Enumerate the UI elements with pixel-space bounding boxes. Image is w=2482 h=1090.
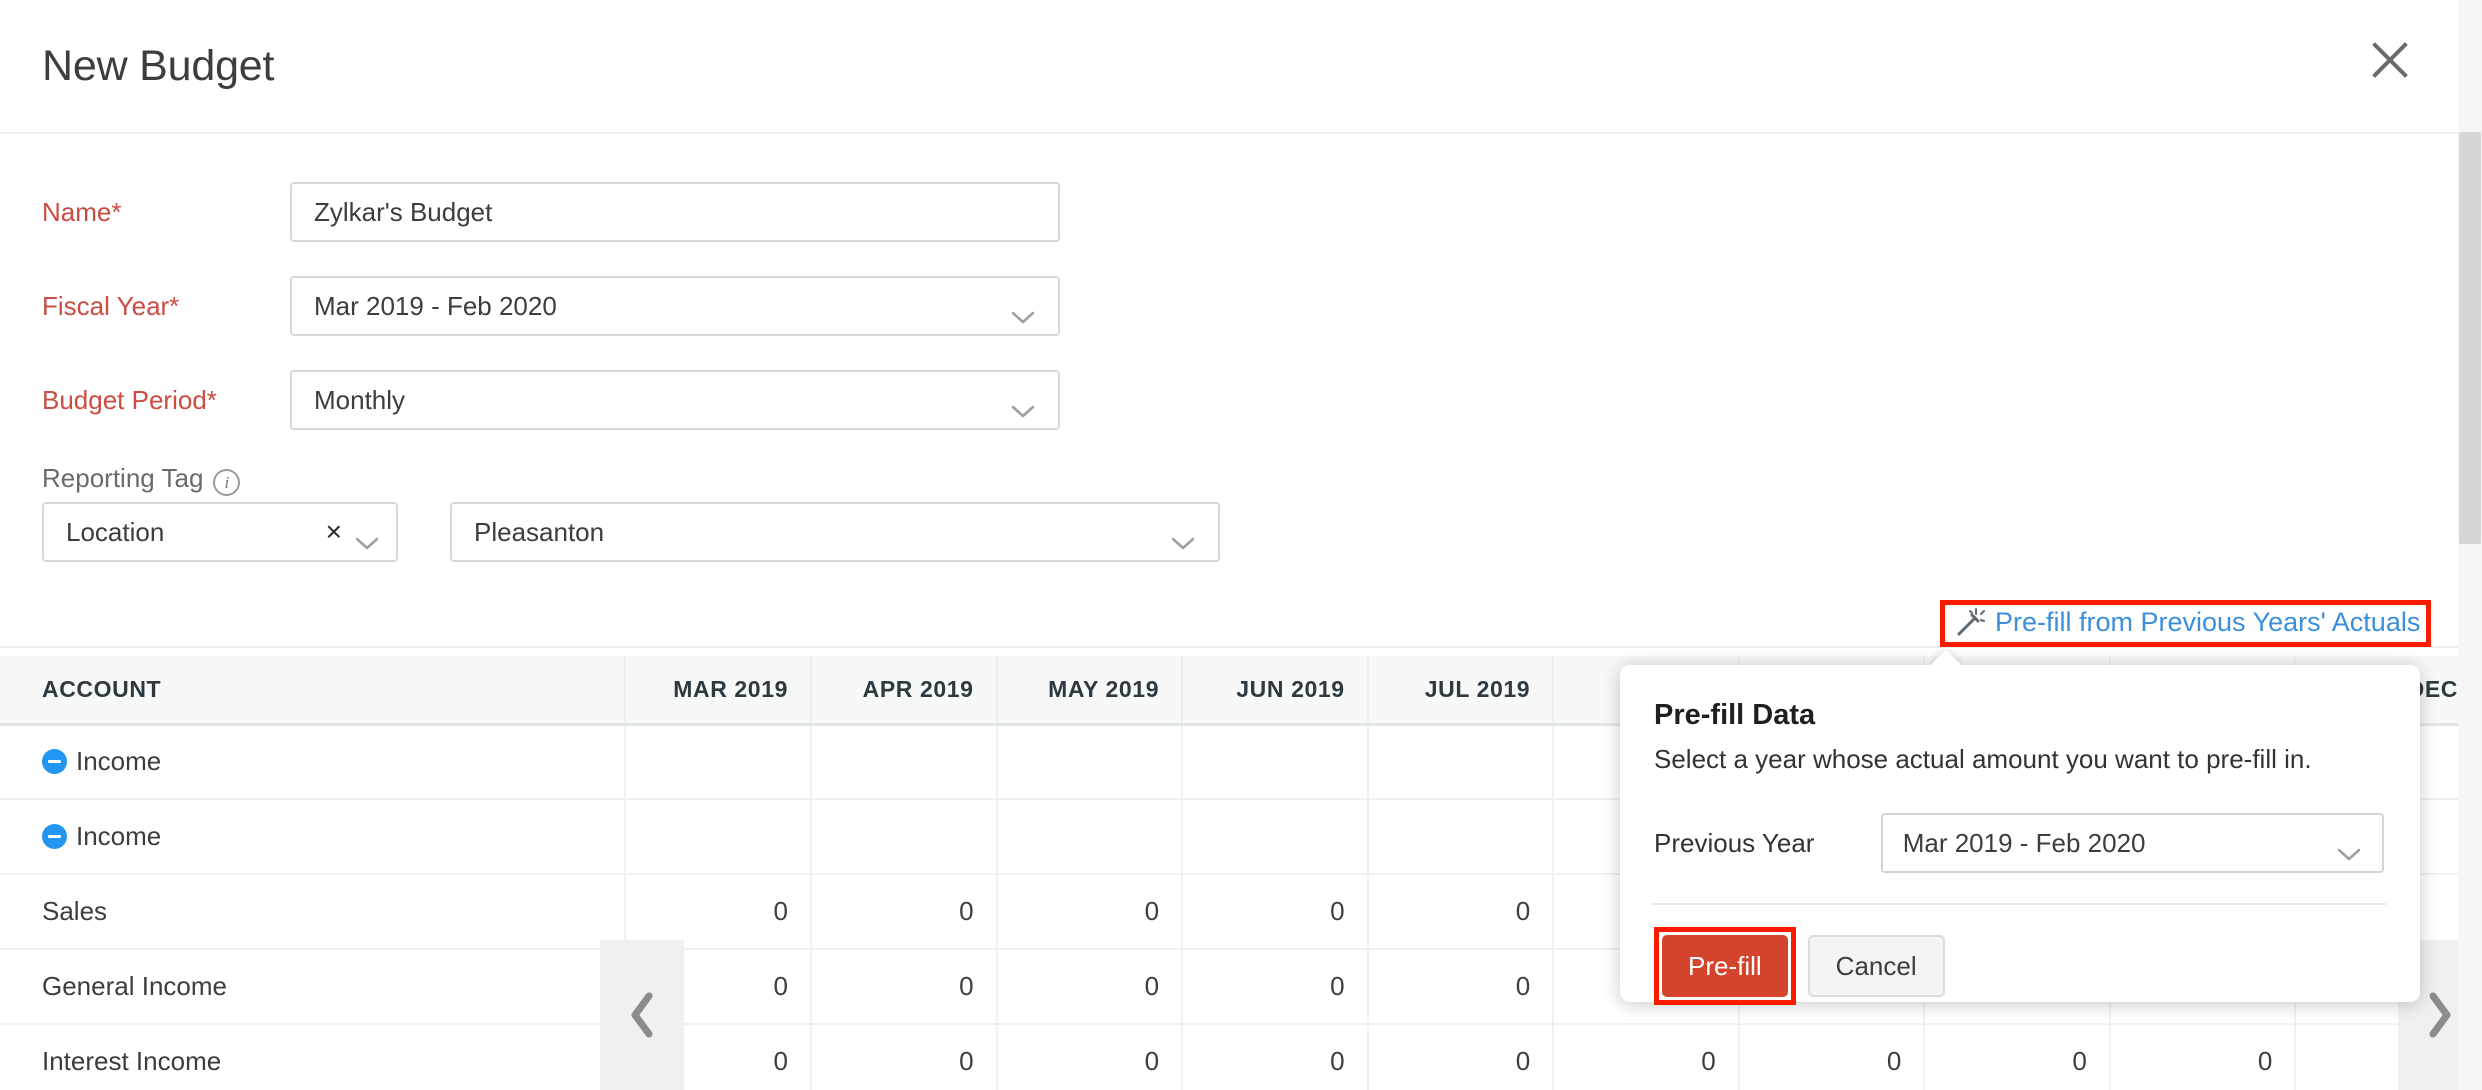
account-cell: Income (0, 799, 625, 874)
amount-cell[interactable] (811, 724, 997, 799)
collapse-icon[interactable] (42, 749, 67, 774)
popup-actions: Pre-fill Cancel (1654, 927, 2384, 1005)
chevron-left-icon (627, 992, 657, 1038)
column-header-month: JUL 2019 (1368, 656, 1554, 724)
amount-cell[interactable]: 0 (811, 874, 997, 949)
amount-cell[interactable]: 0 (1368, 1024, 1554, 1090)
form-row-budget-period: Budget Period* Monthly (0, 370, 2458, 430)
amount-cell[interactable]: 0 (1182, 949, 1368, 1024)
reporting-tag-value-select[interactable]: Pleasanton (450, 502, 1220, 562)
budget-period-select[interactable]: Monthly (290, 370, 1060, 430)
form-row-reporting-tag-caption: Reporting Tag i (0, 458, 2458, 498)
amount-cell[interactable]: 0 (997, 1024, 1183, 1090)
account-name: Income (76, 821, 161, 851)
chevron-down-icon (2338, 837, 2360, 850)
amount-cell[interactable]: 0 (1182, 874, 1368, 949)
clear-icon[interactable]: × (326, 518, 342, 546)
chevron-right-icon (2425, 992, 2455, 1038)
prefill-button-highlight: Pre-fill (1654, 927, 1796, 1005)
amount-cell[interactable] (625, 724, 811, 799)
form-row-reporting-tag: Location × Pleasanton (0, 502, 2458, 562)
page-title: New Budget (42, 42, 274, 91)
popup-title: Pre-fill Data (1654, 699, 2384, 732)
prefill-link-label: Pre-fill from Previous Years' Actuals (1995, 607, 2420, 638)
prefill-data-popup: Pre-fill Data Select a year whose actual… (1620, 665, 2420, 1002)
magic-wand-icon (1955, 608, 1985, 638)
fiscal-year-value: Mar 2019 - Feb 2020 (314, 291, 557, 322)
popup-description: Select a year whose actual amount you wa… (1654, 744, 2384, 775)
amount-cell[interactable]: 0 (625, 874, 811, 949)
popup-pointer (1930, 649, 1962, 666)
chevron-down-icon (1012, 300, 1034, 313)
account-cell: General Income (0, 949, 625, 1024)
close-icon[interactable] (2364, 34, 2416, 86)
budget-period-value: Monthly (314, 385, 405, 416)
amount-cell[interactable] (1368, 799, 1554, 874)
prefill-from-previous-years-link[interactable]: Pre-fill from Previous Years' Actuals (1940, 600, 2431, 647)
info-icon[interactable]: i (213, 469, 240, 496)
fiscal-year-label: Fiscal Year* (0, 291, 290, 322)
amount-cell[interactable]: 0 (997, 874, 1183, 949)
reporting-tag-type-select[interactable]: Location × (42, 502, 398, 562)
column-header-month: MAY 2019 (997, 656, 1183, 724)
amount-cell[interactable]: 0 (1368, 949, 1554, 1024)
table-row: Interest Income 0 0 0 0 0 0 0 0 0 (0, 1024, 2481, 1090)
amount-cell[interactable] (1182, 799, 1368, 874)
form-row-name: Name* Zylkar's Budget (0, 182, 2458, 242)
previous-year-field: Previous Year Mar 2019 - Feb 2020 (1654, 813, 2384, 873)
column-header-account: ACCOUNT (0, 656, 625, 724)
budget-form: Name* Zylkar's Budget Fiscal Year* Mar 2… (0, 136, 2458, 648)
name-label: Name* (0, 197, 290, 228)
column-header-month: APR 2019 (811, 656, 997, 724)
vertical-scrollbar-thumb[interactable] (2459, 132, 2481, 544)
form-row-fiscal-year: Fiscal Year* Mar 2019 - Feb 2020 (0, 276, 2458, 336)
collapse-icon[interactable] (42, 824, 67, 849)
modal-header: New Budget (0, 0, 2458, 134)
previous-year-select[interactable]: Mar 2019 - Feb 2020 (1881, 813, 2384, 873)
amount-cell[interactable]: 0 (1739, 1024, 1925, 1090)
amount-cell[interactable] (1182, 724, 1368, 799)
amount-cell[interactable]: 0 (997, 949, 1183, 1024)
amount-cell[interactable] (997, 724, 1183, 799)
reporting-tag-value: Pleasanton (474, 517, 604, 548)
amount-cell[interactable] (811, 799, 997, 874)
amount-cell[interactable] (1368, 724, 1554, 799)
prefill-button[interactable]: Pre-fill (1662, 935, 1788, 997)
amount-cell[interactable]: 0 (811, 1024, 997, 1090)
account-cell: Income (0, 724, 625, 799)
reporting-tag-label: Reporting Tag i (0, 463, 290, 494)
amount-cell[interactable]: 0 (811, 949, 997, 1024)
popup-divider (1652, 903, 2386, 905)
amount-cell[interactable]: 0 (1182, 1024, 1368, 1090)
account-name: Income (76, 746, 161, 776)
amount-cell[interactable]: 0 (1924, 1024, 2110, 1090)
cancel-button[interactable]: Cancel (1808, 935, 1945, 997)
previous-year-label: Previous Year (1654, 828, 1881, 859)
account-cell: Interest Income (0, 1024, 625, 1090)
amount-cell[interactable]: 0 (2110, 1024, 2296, 1090)
chevron-down-icon (1012, 394, 1034, 407)
chevron-down-icon (356, 526, 378, 539)
previous-year-value: Mar 2019 - Feb 2020 (1903, 828, 2146, 859)
new-budget-modal: New Budget Name* Zylkar's Budget Fiscal … (0, 0, 2482, 1090)
column-header-month: JUN 2019 (1182, 656, 1368, 724)
chevron-down-icon (1172, 526, 1194, 539)
amount-cell[interactable]: 0 (1368, 874, 1554, 949)
account-cell: Sales (0, 874, 625, 949)
budget-period-label: Budget Period* (0, 385, 290, 416)
column-header-month: MAR 2019 (625, 656, 811, 724)
amount-cell[interactable] (625, 799, 811, 874)
amount-cell[interactable] (997, 799, 1183, 874)
reporting-tag-label-text: Reporting Tag (42, 463, 203, 493)
scroll-left-button[interactable] (600, 940, 684, 1090)
name-input[interactable]: Zylkar's Budget (290, 182, 1060, 242)
amount-cell[interactable]: 0 (1553, 1024, 1739, 1090)
reporting-tag-type-value: Location (66, 517, 326, 548)
fiscal-year-select[interactable]: Mar 2019 - Feb 2020 (290, 276, 1060, 336)
